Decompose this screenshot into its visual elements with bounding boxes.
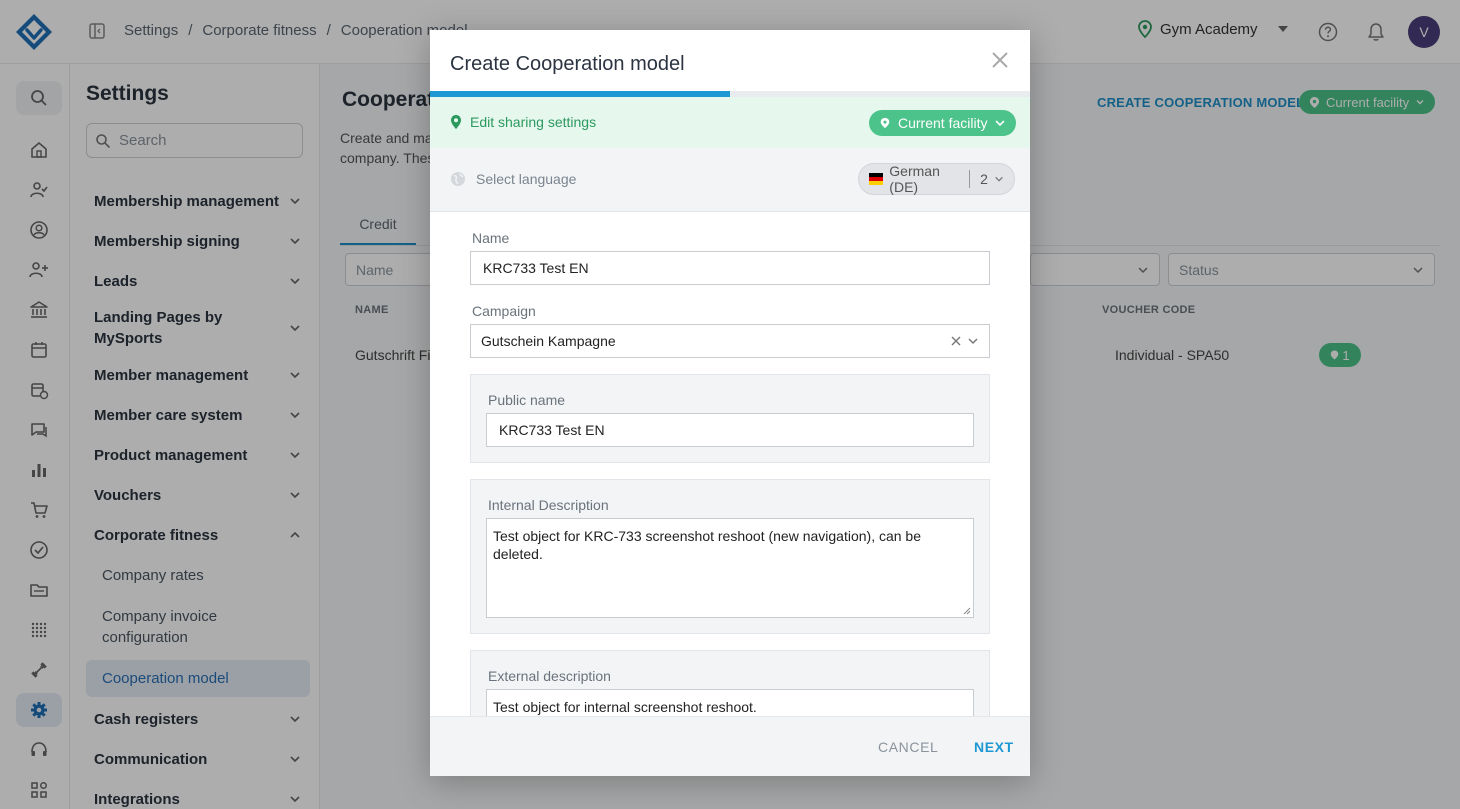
campaign-select[interactable]: Gutschein Kampagne [470, 324, 990, 358]
public-name-value: KRC733 Test EN [499, 422, 605, 438]
clear-icon[interactable] [951, 336, 961, 346]
close-icon[interactable] [990, 50, 1010, 70]
facility-sharing-pill[interactable]: Current facility [869, 110, 1017, 136]
internal-description-group: Internal Description Test object for KRC… [470, 479, 990, 634]
language-count: 2 [980, 171, 988, 187]
external-description-textarea[interactable]: Test object for internal screenshot resh… [486, 689, 974, 716]
name-field-label: Name [472, 230, 510, 246]
internal-description-textarea[interactable]: Test object for KRC-733 screenshot resho… [486, 518, 974, 618]
dialog-footer: CANCEL NEXT [430, 716, 1030, 776]
chevron-down-icon [995, 120, 1006, 127]
external-description-label: External description [488, 668, 611, 684]
chevron-down-icon[interactable] [967, 335, 979, 347]
location-pin-icon [880, 117, 890, 129]
next-button[interactable]: NEXT [974, 739, 1014, 755]
selected-language: German (DE) [889, 163, 940, 195]
sharing-settings-bar: Edit sharing settings Current facility [430, 97, 1030, 148]
public-name-input[interactable]: KRC733 Test EN [486, 413, 974, 447]
external-description-group: External description Test object for int… [470, 650, 990, 716]
create-cooperation-model-dialog: Create Cooperation model Edit sharing se… [430, 30, 1030, 776]
german-flag-icon [869, 173, 884, 185]
internal-description-label: Internal Description [488, 497, 609, 513]
chevron-down-icon [995, 176, 1003, 182]
resize-grip-icon[interactable] [963, 607, 971, 615]
name-input-value: KRC733 Test EN [483, 260, 589, 276]
campaign-selected-value: Gutschein Kampagne [481, 333, 616, 349]
name-input[interactable]: KRC733 Test EN [470, 251, 990, 285]
location-pin-icon [451, 115, 461, 129]
dialog-body: Name KRC733 Test EN Campaign Gutschein K… [430, 213, 1030, 716]
public-name-label: Public name [488, 392, 566, 408]
cancel-button[interactable]: CANCEL [878, 739, 938, 755]
facility-pill-label: Current facility [898, 115, 988, 131]
globe-icon [451, 172, 465, 186]
language-bar: Select language German (DE) 2 [430, 148, 1030, 212]
external-description-value: Test object for internal screenshot resh… [493, 699, 757, 715]
select-language-label: Select language [476, 171, 577, 187]
language-divider [969, 170, 971, 188]
campaign-field-label: Campaign [472, 303, 536, 319]
public-name-group: Public name KRC733 Test EN [470, 374, 990, 463]
language-select[interactable]: German (DE) 2 [858, 163, 1015, 195]
internal-description-value: Test object for KRC-733 screenshot resho… [493, 528, 922, 562]
edit-sharing-settings-link[interactable]: Edit sharing settings [470, 114, 596, 130]
dialog-title: Create Cooperation model [450, 53, 685, 75]
